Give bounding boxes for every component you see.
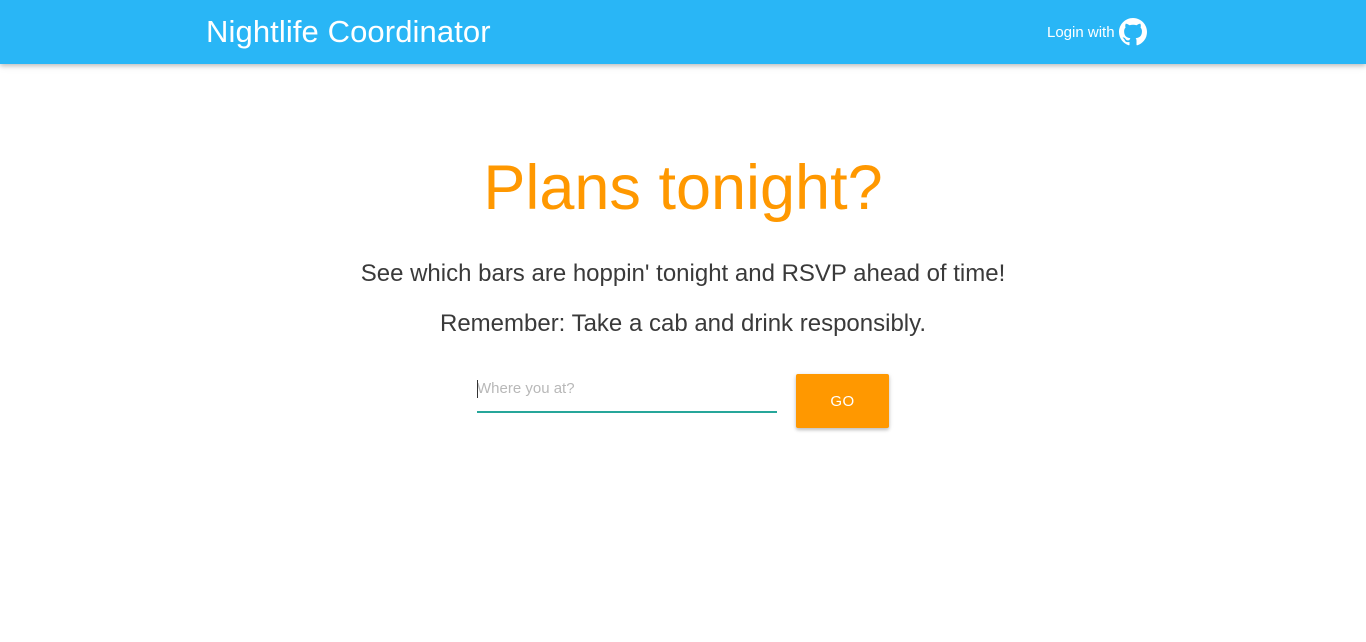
hero-headline: Plans tonight? [483,153,883,223]
location-search-input[interactable] [477,372,777,413]
hero-reminder: Remember: Take a cab and drink responsib… [439,310,927,337]
login-with-github-link[interactable]: Login with [1047,17,1147,47]
text-cursor [477,380,478,398]
top-navbar: Nightlife Coordinator Login with [0,0,1366,64]
hero-subtitle: See which bars are hoppin' tonight and R… [360,260,1006,287]
github-icon [1118,18,1147,46]
brand-logo-link[interactable]: Nightlife Coordinator [206,13,491,51]
login-label: Login with [1047,23,1115,41]
go-button[interactable]: GO [796,374,889,428]
